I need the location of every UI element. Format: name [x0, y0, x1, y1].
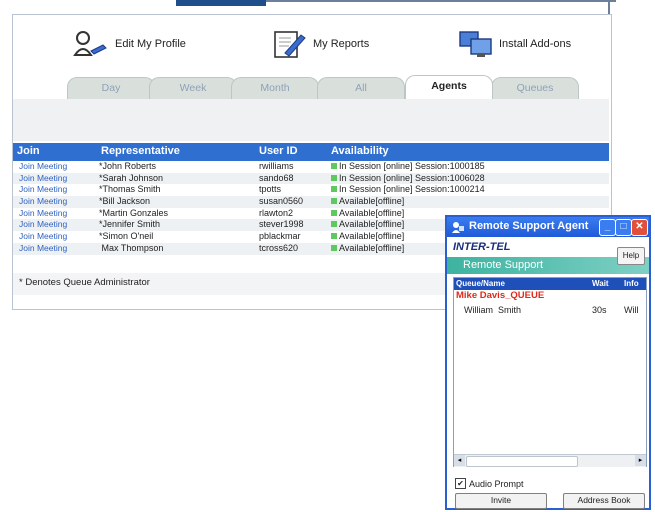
col-info: Info [624, 279, 639, 288]
user-id: tpotts [259, 184, 282, 195]
table-row: Join Meeting *Bill Jackson susan0560 Ava… [13, 196, 609, 208]
audio-prompt-checkbox[interactable]: ✔ Audio Prompt [455, 478, 524, 489]
representative-name: *Jennifer Smith [99, 219, 161, 230]
brand-logo: INTER-TEL [453, 241, 511, 253]
customer-name: William Smith [464, 305, 522, 315]
scroll-left-icon[interactable]: ◂ [454, 455, 465, 466]
install-addons-label: Install Add-ons [499, 38, 572, 50]
table-header: Join Representative User ID Availability [13, 143, 609, 161]
audio-prompt-label: Audio Prompt [469, 478, 524, 489]
scroll-thumb[interactable] [466, 456, 578, 467]
table-row: Join Meeting *Sarah Johnson sando68 In S… [13, 172, 609, 185]
tab-all[interactable]: All [317, 77, 405, 100]
availability-status: Available[offline] [339, 219, 405, 230]
background-tab [176, 0, 616, 6]
brand-subtitle: Remote Support [463, 259, 544, 271]
representative-name: *Martin Gonzales [99, 207, 169, 218]
col-wait: Wait [592, 279, 609, 288]
user-profile-icon [73, 29, 111, 59]
report-edit-icon [271, 29, 309, 59]
checkmark-icon: ✔ [455, 478, 466, 489]
join-meeting-link[interactable]: Join Meeting [19, 231, 67, 241]
table-row: Join Meeting *John Roberts rwilliams In … [13, 161, 609, 173]
availability-status: Available[offline] [339, 231, 405, 242]
queue-admin-footnote: * Denotes Queue Administrator [19, 277, 150, 288]
horizontal-scrollbar[interactable]: ◂ ▸ [454, 454, 646, 467]
edit-profile-label: Edit My Profile [115, 38, 186, 50]
queue-list: Queue/Name Wait Info Mike Davis_QUEUE Wi… [453, 277, 647, 467]
representative-name: *Sarah Johnson [99, 172, 164, 183]
representative-name: Max Thompson [99, 242, 164, 253]
edit-profile-link[interactable]: Edit My Profile [73, 27, 186, 61]
status-dot-icon [331, 163, 337, 169]
status-dot-icon [331, 209, 337, 216]
help-button[interactable]: Help [617, 247, 645, 265]
availability-status: In Session [online] Session:1006028 [339, 172, 485, 183]
representative-name: *John Roberts [99, 161, 157, 171]
scroll-right-icon[interactable]: ▸ [635, 455, 646, 466]
status-dot-icon [331, 198, 337, 205]
col-availability: Availability [331, 145, 389, 157]
availability-status: Available[offline] [339, 242, 405, 253]
join-meeting-link[interactable]: Join Meeting [19, 184, 67, 194]
queue-name[interactable]: Mike Davis_QUEUE [456, 290, 544, 301]
join-meeting-link[interactable]: Join Meeting [19, 219, 67, 229]
join-meeting-link[interactable]: Join Meeting [19, 208, 67, 218]
col-queue-name: Queue/Name [456, 279, 505, 288]
close-icon[interactable]: ✕ [631, 219, 648, 236]
availability-status: In Session [online] Session:1000185 [339, 161, 485, 171]
representative-name: *Simon O'neil [99, 231, 154, 242]
status-dot-icon [331, 244, 337, 251]
user-id: tcross620 [259, 242, 299, 253]
app-icon [451, 220, 465, 237]
user-id: rlawton2 [259, 207, 294, 218]
rsa-titlebar[interactable]: Remote Support Agent _ □ ✕ [447, 217, 649, 237]
filter-band [13, 99, 609, 141]
col-user-id: User ID [259, 145, 298, 157]
maximize-icon[interactable]: □ [615, 219, 632, 236]
user-id: pblackmar [259, 231, 301, 242]
remote-support-agent-window: Remote Support Agent _ □ ✕ INTER-TEL Rem… [445, 215, 651, 510]
availability-status: Available[offline] [339, 207, 405, 218]
representative-name: *Thomas Smith [99, 184, 161, 195]
tab-week[interactable]: Week [149, 77, 237, 100]
address-book-button[interactable]: Address Book [563, 493, 645, 509]
status-dot-icon [331, 221, 337, 228]
my-reports-link[interactable]: My Reports [271, 27, 369, 61]
join-meeting-link[interactable]: Join Meeting [19, 161, 67, 171]
status-dot-icon [331, 233, 337, 240]
join-meeting-link[interactable]: Join Meeting [19, 196, 67, 206]
join-meeting-link[interactable]: Join Meeting [19, 173, 67, 183]
tab-agents[interactable]: Agents [405, 75, 493, 100]
my-reports-label: My Reports [313, 38, 370, 50]
invite-button[interactable]: Invite [455, 493, 547, 509]
tab-day[interactable]: Day [67, 77, 155, 100]
status-dot-icon [331, 174, 337, 181]
status-dot-icon [331, 186, 337, 193]
availability-status: Available[offline] [339, 196, 405, 207]
minimize-icon[interactable]: _ [599, 219, 616, 236]
table-row: Join Meeting *Thomas Smith tpotts In Ses… [13, 184, 609, 196]
wait-time: 30s [592, 305, 607, 315]
col-join: Join [17, 145, 40, 157]
user-id: sando68 [259, 172, 294, 183]
tab-month[interactable]: Month [231, 77, 319, 100]
user-id: stever1998 [259, 219, 304, 230]
user-id: susan0560 [259, 196, 304, 207]
representative-name: *Bill Jackson [99, 196, 151, 207]
entry-info: Will [624, 305, 639, 315]
user-id: rwilliams [259, 161, 294, 171]
rsa-title: Remote Support Agent [469, 220, 589, 232]
queue-list-header: Queue/Name Wait Info [454, 278, 646, 290]
tab-queues[interactable]: Queues [491, 77, 579, 100]
computer-install-icon [457, 29, 495, 59]
col-representative: Representative [101, 145, 180, 157]
install-addons-link[interactable]: Install Add-ons [457, 27, 571, 61]
availability-status: In Session [online] Session:1000214 [339, 184, 485, 195]
join-meeting-link[interactable]: Join Meeting [19, 243, 67, 253]
